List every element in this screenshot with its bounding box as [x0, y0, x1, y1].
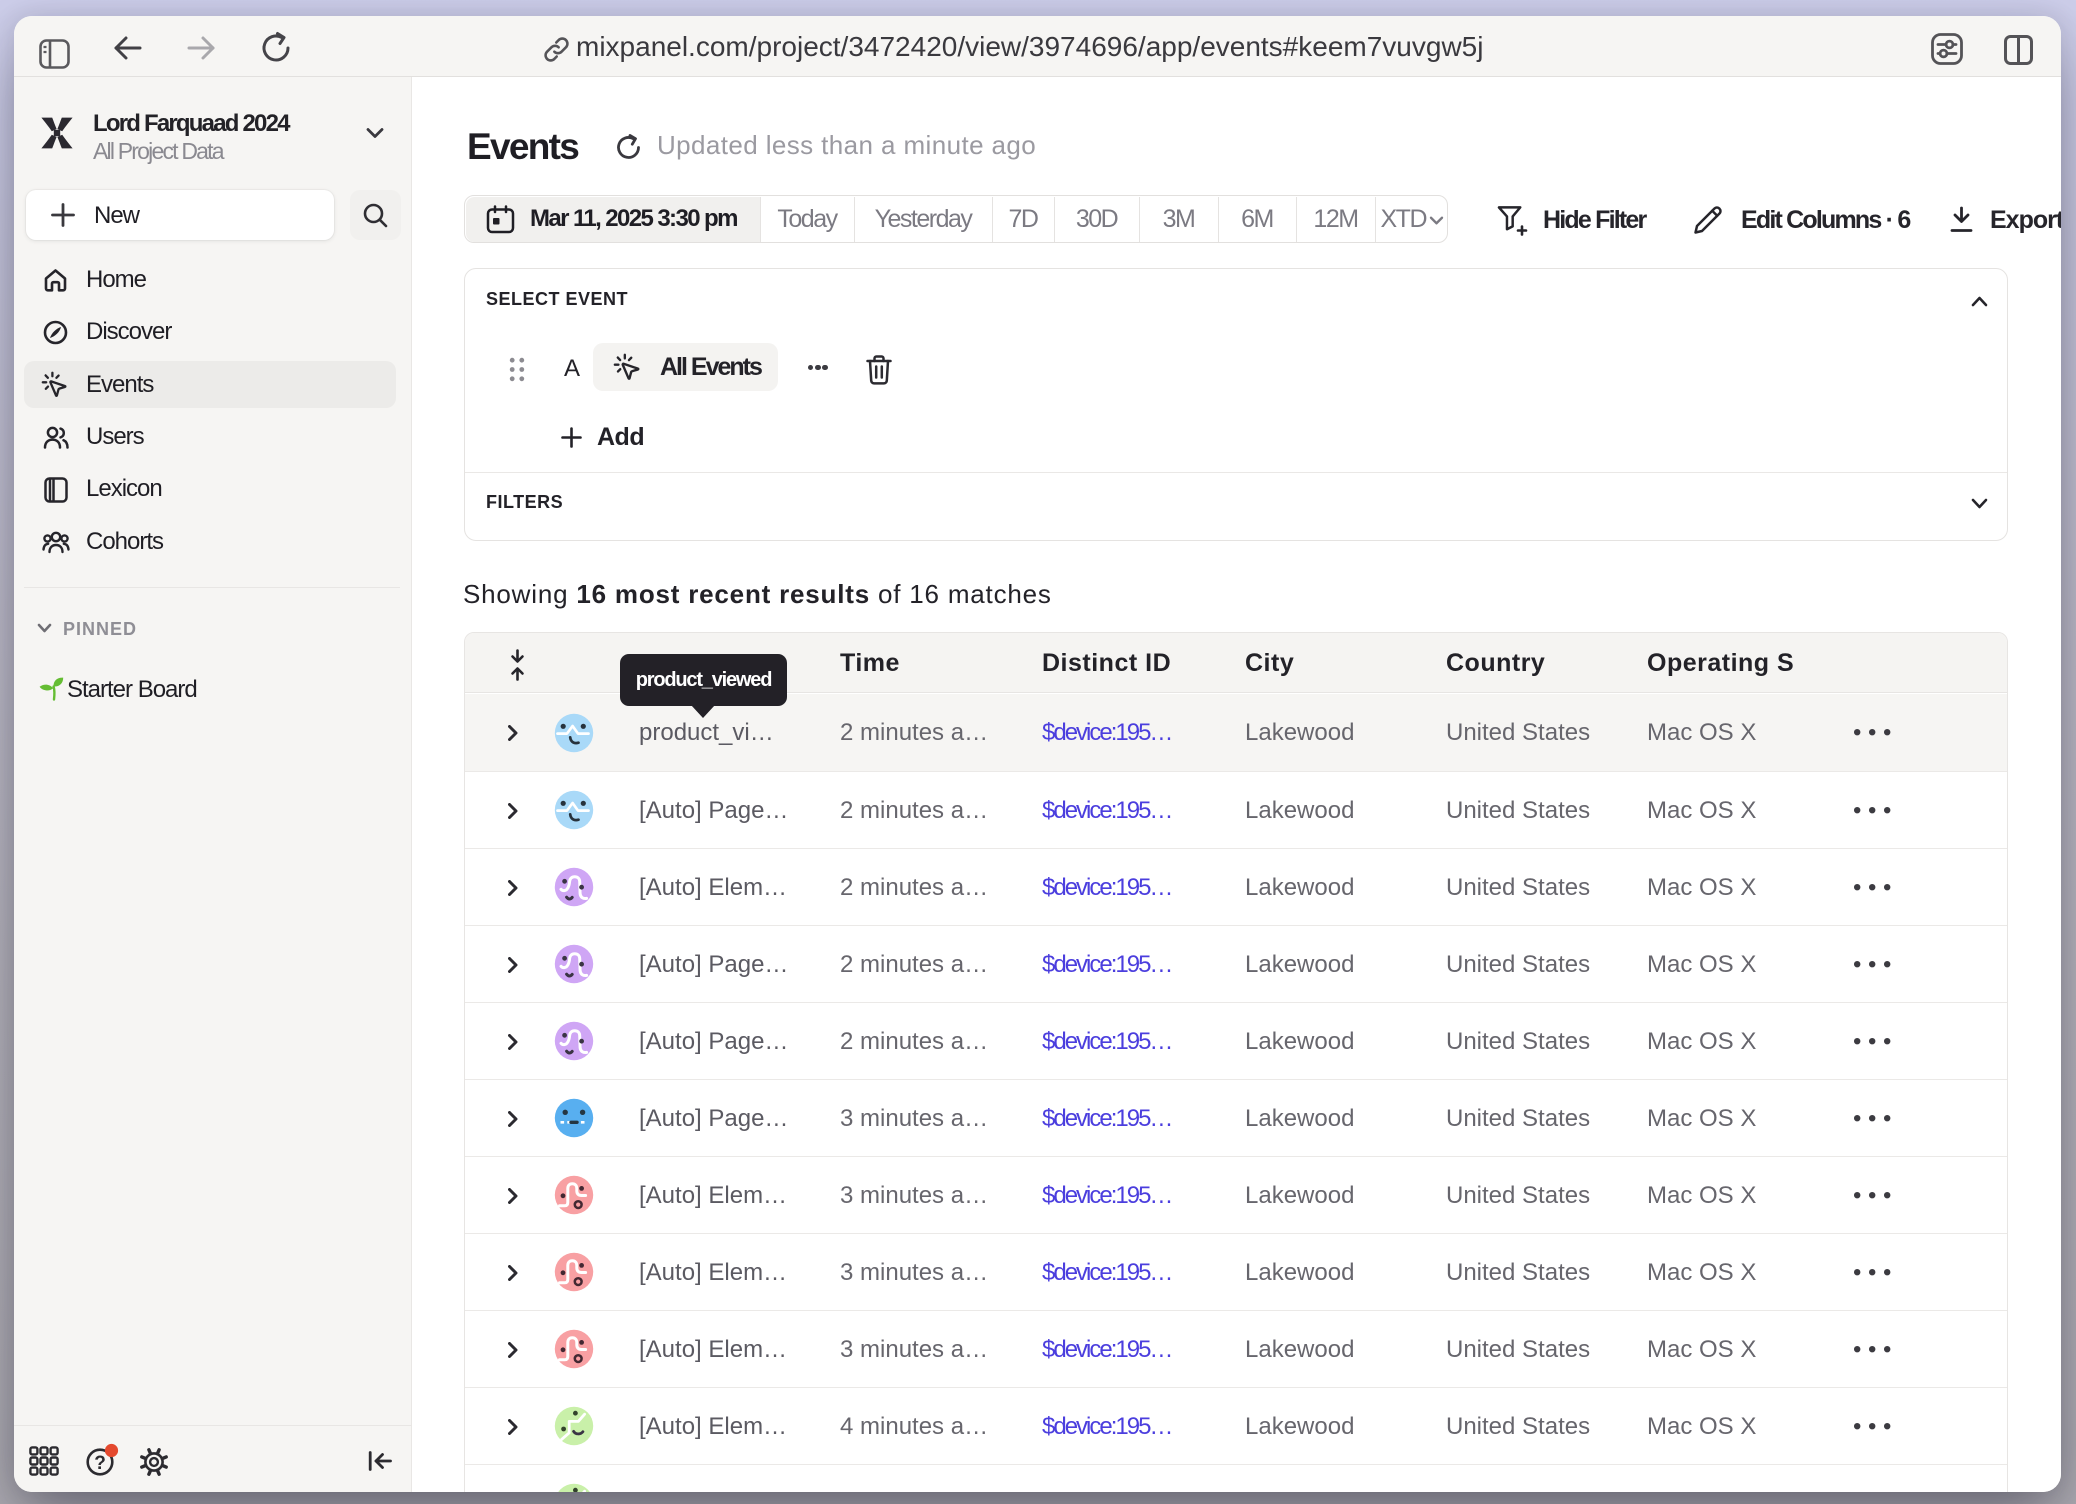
svg-text:?: ? — [94, 1453, 106, 1474]
